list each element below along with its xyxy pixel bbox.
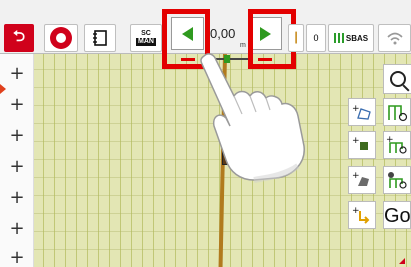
offset-value: 0,00: [210, 26, 236, 41]
track-icon: [388, 105, 408, 122]
zoom-in-button[interactable]: +: [8, 189, 26, 207]
wifi-button[interactable]: [378, 24, 411, 52]
signal-bars-icon: [333, 33, 344, 43]
wifi-icon: [386, 32, 403, 45]
track-options-button[interactable]: [383, 98, 411, 126]
corner-marker-icon: [399, 258, 405, 264]
search-button[interactable]: [383, 64, 411, 94]
add-headland-icon: +: [352, 171, 369, 186]
mode-bottom-label: MAN: [136, 38, 156, 46]
zoom-in-button[interactable]: +: [8, 249, 26, 267]
add-boundary-button[interactable]: +: [348, 98, 376, 126]
search-icon: [390, 71, 406, 87]
pointing-hand-icon: [200, 53, 305, 183]
track-settings-button[interactable]: [383, 166, 411, 194]
add-track-button[interactable]: +: [383, 131, 411, 159]
svg-text:+: +: [352, 136, 360, 146]
zoom-in-button[interactable]: +: [8, 158, 26, 176]
add-point-button[interactable]: +: [348, 201, 376, 229]
svg-text:+: +: [352, 171, 360, 181]
zoom-in-button[interactable]: +: [8, 220, 26, 238]
mode-top-label: SC: [141, 30, 151, 37]
gps-label: SBAS: [345, 33, 369, 43]
zoom-in-button[interactable]: +: [8, 127, 26, 145]
svg-text:+: +: [352, 104, 360, 114]
sections-icon: ┃: [292, 32, 300, 44]
notes-button[interactable]: [84, 24, 116, 52]
svg-text:+: +: [352, 206, 360, 216]
counter-value: 0: [313, 33, 319, 43]
exit-icon: ⮌: [12, 27, 25, 45]
go-button[interactable]: Go: [383, 201, 411, 229]
add-point-icon: +: [352, 206, 370, 224]
add-obstacle-button[interactable]: +: [348, 131, 376, 159]
add-obstacle-icon: +: [352, 136, 368, 150]
notebook-icon: [93, 30, 107, 46]
steering-button[interactable]: [44, 24, 78, 52]
exit-button[interactable]: ⮌: [4, 24, 34, 52]
zoom-in-button[interactable]: +: [8, 65, 26, 83]
zoom-in-button[interactable]: +: [8, 96, 26, 114]
add-headland-button[interactable]: +: [348, 166, 376, 194]
track-settings-icon: [388, 172, 407, 189]
add-boundary-icon: +: [352, 104, 371, 120]
mode-button[interactable]: SC MAN: [130, 24, 162, 52]
side-arrow-icon: [0, 84, 6, 94]
steering-wheel-icon: [50, 27, 72, 49]
add-track-icon: +: [386, 135, 407, 154]
